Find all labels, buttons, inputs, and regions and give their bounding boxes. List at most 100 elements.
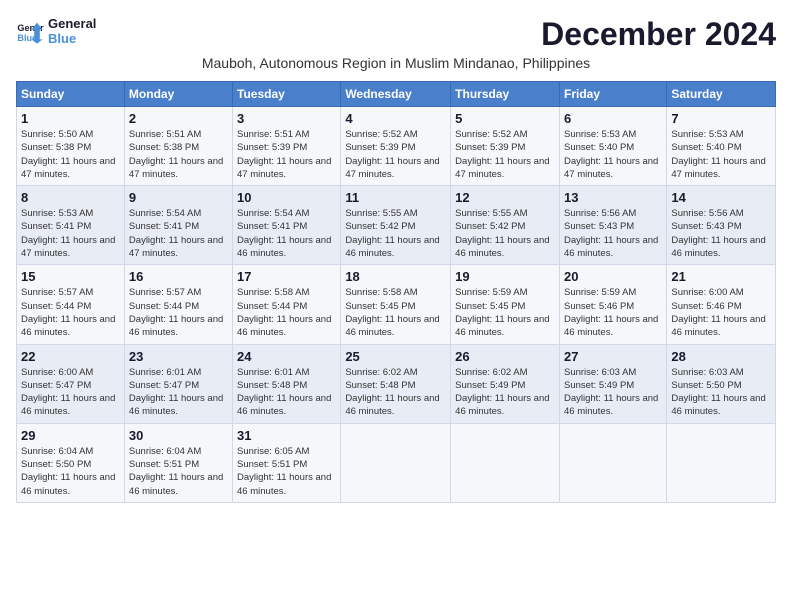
calendar-cell: [559, 423, 666, 502]
day-number: 2: [129, 111, 228, 126]
day-number: 7: [671, 111, 771, 126]
day-info: Sunrise: 5:54 AMSunset: 5:41 PMDaylight:…: [237, 207, 336, 260]
logo: General Blue General Blue: [16, 16, 96, 46]
day-info: Sunrise: 5:50 AMSunset: 5:38 PMDaylight:…: [21, 128, 120, 181]
day-info: Sunrise: 6:00 AMSunset: 5:47 PMDaylight:…: [21, 366, 120, 419]
day-info: Sunrise: 5:56 AMSunset: 5:43 PMDaylight:…: [564, 207, 662, 260]
day-info: Sunrise: 5:57 AMSunset: 5:44 PMDaylight:…: [129, 286, 228, 339]
day-number: 20: [564, 269, 662, 284]
day-number: 15: [21, 269, 120, 284]
day-number: 3: [237, 111, 336, 126]
calendar-cell: 11 Sunrise: 5:55 AMSunset: 5:42 PMDaylig…: [341, 186, 451, 265]
calendar-cell: 8 Sunrise: 5:53 AMSunset: 5:41 PMDayligh…: [17, 186, 125, 265]
weekday-header-saturday: Saturday: [667, 82, 776, 107]
day-number: 19: [455, 269, 555, 284]
day-number: 11: [345, 190, 446, 205]
day-info: Sunrise: 5:54 AMSunset: 5:41 PMDaylight:…: [129, 207, 228, 260]
calendar-cell: 12 Sunrise: 5:55 AMSunset: 5:42 PMDaylig…: [451, 186, 560, 265]
weekday-header-row: SundayMondayTuesdayWednesdayThursdayFrid…: [17, 82, 776, 107]
calendar-cell: 13 Sunrise: 5:56 AMSunset: 5:43 PMDaylig…: [559, 186, 666, 265]
day-info: Sunrise: 5:52 AMSunset: 5:39 PMDaylight:…: [345, 128, 446, 181]
calendar-cell: 18 Sunrise: 5:58 AMSunset: 5:45 PMDaylig…: [341, 265, 451, 344]
day-number: 6: [564, 111, 662, 126]
calendar-table: SundayMondayTuesdayWednesdayThursdayFrid…: [16, 81, 776, 503]
calendar-cell: [667, 423, 776, 502]
day-info: Sunrise: 5:58 AMSunset: 5:44 PMDaylight:…: [237, 286, 336, 339]
day-number: 31: [237, 428, 336, 443]
day-number: 1: [21, 111, 120, 126]
day-number: 12: [455, 190, 555, 205]
calendar-week-row: 22 Sunrise: 6:00 AMSunset: 5:47 PMDaylig…: [17, 344, 776, 423]
calendar-cell: 30 Sunrise: 6:04 AMSunset: 5:51 PMDaylig…: [124, 423, 232, 502]
calendar-cell: 6 Sunrise: 5:53 AMSunset: 5:40 PMDayligh…: [559, 107, 666, 186]
day-number: 4: [345, 111, 446, 126]
calendar-cell: 2 Sunrise: 5:51 AMSunset: 5:38 PMDayligh…: [124, 107, 232, 186]
day-info: Sunrise: 5:56 AMSunset: 5:43 PMDaylight:…: [671, 207, 771, 260]
day-info: Sunrise: 5:55 AMSunset: 5:42 PMDaylight:…: [455, 207, 555, 260]
calendar-cell: 10 Sunrise: 5:54 AMSunset: 5:41 PMDaylig…: [233, 186, 341, 265]
calendar-cell: 22 Sunrise: 6:00 AMSunset: 5:47 PMDaylig…: [17, 344, 125, 423]
weekday-header-sunday: Sunday: [17, 82, 125, 107]
day-number: 10: [237, 190, 336, 205]
calendar-week-row: 29 Sunrise: 6:04 AMSunset: 5:50 PMDaylig…: [17, 423, 776, 502]
weekday-header-wednesday: Wednesday: [341, 82, 451, 107]
calendar-cell: 1 Sunrise: 5:50 AMSunset: 5:38 PMDayligh…: [17, 107, 125, 186]
day-info: Sunrise: 6:03 AMSunset: 5:49 PMDaylight:…: [564, 366, 662, 419]
logo-text: General Blue: [48, 16, 96, 46]
day-info: Sunrise: 5:55 AMSunset: 5:42 PMDaylight:…: [345, 207, 446, 260]
weekday-header-tuesday: Tuesday: [233, 82, 341, 107]
day-info: Sunrise: 6:05 AMSunset: 5:51 PMDaylight:…: [237, 445, 336, 498]
day-info: Sunrise: 5:51 AMSunset: 5:38 PMDaylight:…: [129, 128, 228, 181]
day-info: Sunrise: 5:53 AMSunset: 5:40 PMDaylight:…: [564, 128, 662, 181]
day-number: 27: [564, 349, 662, 364]
calendar-cell: 29 Sunrise: 6:04 AMSunset: 5:50 PMDaylig…: [17, 423, 125, 502]
calendar-week-row: 15 Sunrise: 5:57 AMSunset: 5:44 PMDaylig…: [17, 265, 776, 344]
calendar-week-row: 1 Sunrise: 5:50 AMSunset: 5:38 PMDayligh…: [17, 107, 776, 186]
day-info: Sunrise: 5:58 AMSunset: 5:45 PMDaylight:…: [345, 286, 446, 339]
day-info: Sunrise: 5:53 AMSunset: 5:40 PMDaylight:…: [671, 128, 771, 181]
day-info: Sunrise: 5:52 AMSunset: 5:39 PMDaylight:…: [455, 128, 555, 181]
day-info: Sunrise: 5:59 AMSunset: 5:45 PMDaylight:…: [455, 286, 555, 339]
calendar-cell: 19 Sunrise: 5:59 AMSunset: 5:45 PMDaylig…: [451, 265, 560, 344]
day-number: 30: [129, 428, 228, 443]
calendar-cell: 25 Sunrise: 6:02 AMSunset: 5:48 PMDaylig…: [341, 344, 451, 423]
day-number: 9: [129, 190, 228, 205]
calendar-cell: [341, 423, 451, 502]
calendar-cell: 5 Sunrise: 5:52 AMSunset: 5:39 PMDayligh…: [451, 107, 560, 186]
day-number: 8: [21, 190, 120, 205]
calendar-cell: 28 Sunrise: 6:03 AMSunset: 5:50 PMDaylig…: [667, 344, 776, 423]
general-blue-logo-icon: General Blue: [16, 17, 44, 45]
day-info: Sunrise: 6:01 AMSunset: 5:47 PMDaylight:…: [129, 366, 228, 419]
day-number: 16: [129, 269, 228, 284]
calendar-cell: 17 Sunrise: 5:58 AMSunset: 5:44 PMDaylig…: [233, 265, 341, 344]
calendar-cell: [451, 423, 560, 502]
day-info: Sunrise: 6:02 AMSunset: 5:48 PMDaylight:…: [345, 366, 446, 419]
top-row: General Blue General Blue December 2024: [16, 16, 776, 53]
calendar-cell: 4 Sunrise: 5:52 AMSunset: 5:39 PMDayligh…: [341, 107, 451, 186]
day-number: 25: [345, 349, 446, 364]
calendar-cell: 26 Sunrise: 6:02 AMSunset: 5:49 PMDaylig…: [451, 344, 560, 423]
month-year-title: December 2024: [541, 16, 776, 53]
calendar-week-row: 8 Sunrise: 5:53 AMSunset: 5:41 PMDayligh…: [17, 186, 776, 265]
day-number: 14: [671, 190, 771, 205]
calendar-cell: 31 Sunrise: 6:05 AMSunset: 5:51 PMDaylig…: [233, 423, 341, 502]
weekday-header-monday: Monday: [124, 82, 232, 107]
calendar-cell: 24 Sunrise: 6:01 AMSunset: 5:48 PMDaylig…: [233, 344, 341, 423]
day-number: 13: [564, 190, 662, 205]
day-info: Sunrise: 5:51 AMSunset: 5:39 PMDaylight:…: [237, 128, 336, 181]
day-info: Sunrise: 5:59 AMSunset: 5:46 PMDaylight:…: [564, 286, 662, 339]
calendar-cell: 21 Sunrise: 6:00 AMSunset: 5:46 PMDaylig…: [667, 265, 776, 344]
day-info: Sunrise: 6:00 AMSunset: 5:46 PMDaylight:…: [671, 286, 771, 339]
day-info: Sunrise: 6:03 AMSunset: 5:50 PMDaylight:…: [671, 366, 771, 419]
day-number: 5: [455, 111, 555, 126]
weekday-header-friday: Friday: [559, 82, 666, 107]
day-number: 18: [345, 269, 446, 284]
day-number: 23: [129, 349, 228, 364]
day-info: Sunrise: 5:53 AMSunset: 5:41 PMDaylight:…: [21, 207, 120, 260]
day-info: Sunrise: 5:57 AMSunset: 5:44 PMDaylight:…: [21, 286, 120, 339]
day-number: 24: [237, 349, 336, 364]
day-number: 17: [237, 269, 336, 284]
calendar-cell: 14 Sunrise: 5:56 AMSunset: 5:43 PMDaylig…: [667, 186, 776, 265]
calendar-cell: 27 Sunrise: 6:03 AMSunset: 5:49 PMDaylig…: [559, 344, 666, 423]
calendar-cell: 3 Sunrise: 5:51 AMSunset: 5:39 PMDayligh…: [233, 107, 341, 186]
